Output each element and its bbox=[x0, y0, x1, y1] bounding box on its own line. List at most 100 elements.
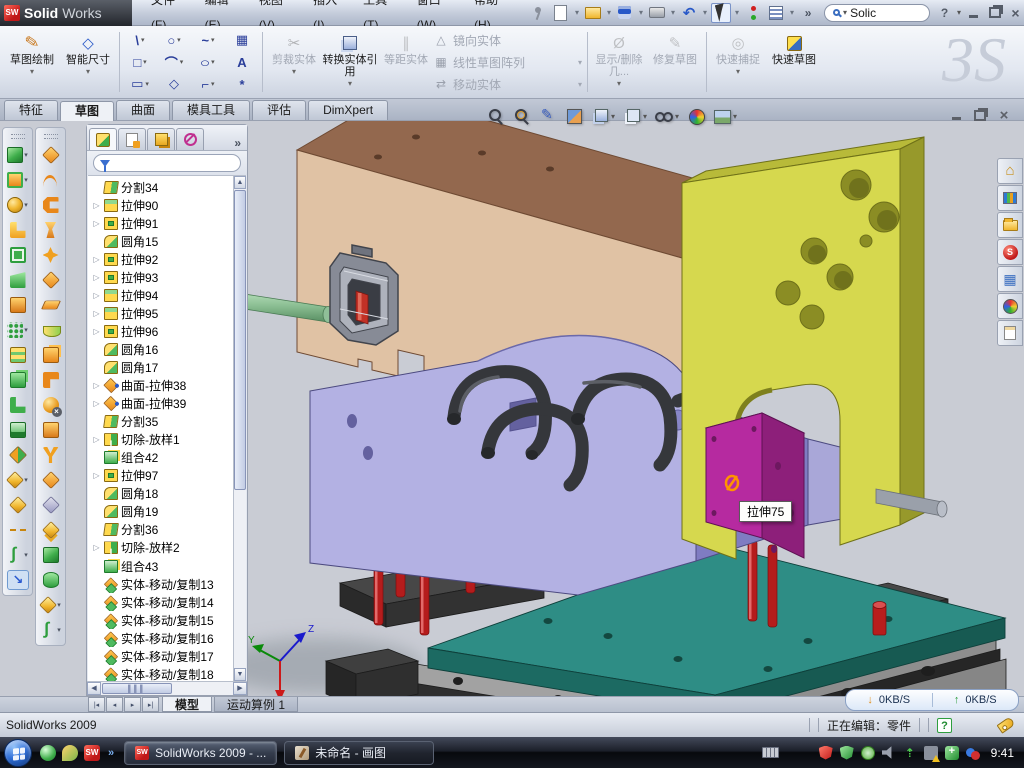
expander-icon[interactable]: ▷ bbox=[92, 291, 101, 300]
help-button[interactable]: ? bbox=[936, 5, 953, 20]
arc-button[interactable]: ⌒▾ bbox=[157, 51, 191, 73]
sketch-fillet-dropdown-icon[interactable]: ▾ bbox=[211, 80, 215, 88]
view-palette-button[interactable]: ▦ bbox=[997, 266, 1023, 292]
custom-properties-button[interactable] bbox=[997, 320, 1023, 346]
tree-item[interactable]: 实体-移动/复制18 bbox=[92, 665, 233, 681]
messenger-icon[interactable] bbox=[40, 745, 56, 761]
display-delete-relations-button[interactable]: Ø 显示/删除几... ▾ bbox=[591, 28, 647, 96]
features-toolbar-item-2[interactable]: ▾ bbox=[4, 169, 32, 191]
expander-icon[interactable]: ▷ bbox=[92, 255, 101, 264]
features-toolbar-dropdown-icon[interactable]: ▾ bbox=[24, 176, 28, 184]
help-dropdown-icon[interactable]: ▾ bbox=[957, 8, 961, 17]
mold-toolbar-item-15[interactable] bbox=[37, 494, 65, 516]
tree-item[interactable]: ▷切除-放样1 bbox=[92, 431, 233, 449]
volume-icon[interactable] bbox=[882, 746, 896, 760]
features-toolbar-item-3[interactable]: ▾ bbox=[4, 194, 32, 216]
status-help-icon[interactable]: ? bbox=[937, 718, 952, 733]
command-tab-评估[interactable]: 评估 bbox=[252, 100, 306, 120]
tab-nav-button-3[interactable]: ▸ bbox=[124, 697, 141, 712]
mold-toolbar-item-16[interactable] bbox=[37, 519, 65, 541]
select-dropdown-icon[interactable]: ▾ bbox=[735, 8, 739, 17]
display-style-button[interactable]: ▾ bbox=[623, 107, 647, 125]
mold-toolbar-item-7[interactable] bbox=[37, 294, 65, 316]
features-toolbar-item-15[interactable] bbox=[4, 494, 32, 516]
toolbar-overflow-icon[interactable] bbox=[798, 3, 818, 23]
mold-toolbar-item-3[interactable] bbox=[37, 194, 65, 216]
mold-toolbar-item-19[interactable]: ▾ bbox=[37, 594, 65, 616]
network-alert-icon[interactable] bbox=[924, 746, 938, 760]
convert-dropdown-icon[interactable]: ▾ bbox=[348, 79, 352, 88]
minimize-button[interactable] bbox=[965, 5, 982, 20]
scroll-up-icon[interactable]: ▲ bbox=[234, 176, 246, 189]
save-dropdown-icon[interactable]: ▾ bbox=[639, 8, 643, 17]
features-toolbar-item-9[interactable] bbox=[4, 344, 32, 366]
tree-item[interactable]: ▷曲面-拉伸38 bbox=[92, 377, 233, 395]
spline-button[interactable]: ~▾ bbox=[191, 29, 225, 51]
tree-item[interactable]: ▷拉伸92 bbox=[92, 250, 233, 268]
features-toolbar-dropdown-icon[interactable]: ▾ bbox=[24, 551, 28, 559]
expander-icon[interactable]: ▷ bbox=[92, 381, 101, 390]
mold-toolbar-item-13[interactable] bbox=[37, 444, 65, 466]
point-button[interactable]: * bbox=[225, 73, 259, 95]
hide-show-items-button[interactable]: ▾ bbox=[655, 107, 679, 125]
features-toolbar-item-5[interactable] bbox=[4, 244, 32, 266]
linear-pattern-button[interactable]: ▦ 线性草图阵列 ▾ bbox=[434, 52, 584, 72]
offset-entities-button[interactable]: ∥ 等距实体 bbox=[378, 28, 434, 96]
tab-nav-button-4[interactable]: ▸| bbox=[142, 697, 159, 712]
save-icon[interactable] bbox=[615, 3, 635, 23]
rebuild-traffic-light-icon[interactable] bbox=[743, 3, 763, 23]
tree-item[interactable]: ▷拉伸91 bbox=[92, 214, 233, 232]
features-toolbar-item-1[interactable]: ▾ bbox=[4, 144, 32, 166]
line-dropdown-icon[interactable]: ▾ bbox=[141, 36, 145, 44]
view-orientation-button[interactable]: ▾ bbox=[591, 107, 615, 125]
ellipse-dropdown-icon[interactable]: ▾ bbox=[211, 58, 215, 66]
mold-toolbar-item-6[interactable] bbox=[37, 269, 65, 291]
features-toolbar-item-17[interactable]: ▾ bbox=[4, 544, 32, 566]
mold-toolbar-item-2[interactable] bbox=[37, 169, 65, 191]
tree-item[interactable]: ▷拉伸95 bbox=[92, 304, 233, 322]
tree-item[interactable]: 分割35 bbox=[92, 413, 233, 431]
rectangle-dropdown-icon[interactable]: ▾ bbox=[143, 58, 147, 66]
security-app-icon[interactable] bbox=[62, 745, 78, 761]
section-view-button[interactable] bbox=[565, 107, 583, 125]
slot-dropdown-icon[interactable]: ▾ bbox=[145, 80, 149, 88]
open-icon[interactable] bbox=[583, 3, 603, 23]
rapid-sketch-button[interactable]: 快速草图 bbox=[766, 28, 822, 96]
ellipse-button[interactable]: ○▾ bbox=[191, 51, 225, 73]
slot-button[interactable]: ▭▾ bbox=[123, 73, 157, 95]
display-style-dropdown-icon[interactable]: ▾ bbox=[643, 112, 647, 121]
tree-item[interactable]: ▷拉伸93 bbox=[92, 268, 233, 286]
health-shield-icon[interactable] bbox=[945, 746, 959, 760]
print-dropdown-icon[interactable]: ▾ bbox=[671, 8, 675, 17]
features-toolbar-item-14[interactable]: ▾ bbox=[4, 469, 32, 491]
tab-propertymanager[interactable] bbox=[118, 128, 146, 150]
graphics-area[interactable]: Y Z X bbox=[248, 121, 1024, 696]
command-tab-DimXpert[interactable]: DimXpert bbox=[308, 100, 388, 120]
rectangle-button[interactable]: □▾ bbox=[123, 51, 157, 73]
expander-icon[interactable]: ▷ bbox=[92, 273, 101, 282]
tag-icon[interactable] bbox=[997, 716, 1016, 733]
features-toolbar-item-12[interactable] bbox=[4, 419, 32, 441]
expander-icon[interactable]: ▷ bbox=[92, 435, 101, 444]
edit-appearance-button[interactable] bbox=[687, 107, 705, 125]
expander-icon[interactable]: ▷ bbox=[92, 327, 101, 336]
command-tab-曲面[interactable]: 曲面 bbox=[116, 100, 170, 120]
expander-icon[interactable]: ▷ bbox=[92, 471, 101, 480]
mold-toolbar-item-10[interactable] bbox=[37, 369, 65, 391]
features-toolbar-item-6[interactable] bbox=[4, 269, 32, 291]
mold-toolbar-item-11[interactable] bbox=[37, 394, 65, 416]
view-orientation-dropdown-icon[interactable]: ▾ bbox=[611, 112, 615, 121]
apply-scene-dropdown-icon[interactable]: ▾ bbox=[733, 112, 737, 121]
sketch-draw-button[interactable]: ✎ 草图绘制 ▾ bbox=[4, 28, 60, 96]
line-button[interactable]: \▾ bbox=[123, 29, 157, 51]
tree-item[interactable]: 分割34 bbox=[92, 178, 233, 196]
repair-sketch-button[interactable]: ✎ 修复草图 bbox=[647, 28, 703, 96]
hide-show-items-dropdown-icon[interactable]: ▾ bbox=[675, 112, 679, 121]
doc-restore-button[interactable] bbox=[972, 108, 988, 122]
doc-close-button[interactable]: × bbox=[996, 108, 1012, 122]
features-toolbar-item-4[interactable] bbox=[4, 219, 32, 241]
tree-item[interactable]: 圆角19 bbox=[92, 503, 233, 521]
mold-toolbar-item-14[interactable] bbox=[37, 469, 65, 491]
taskbar-task-inactive[interactable]: 未命名 - 画图 bbox=[284, 741, 434, 765]
tree-item[interactable]: ▷曲面-拉伸39 bbox=[92, 395, 233, 413]
